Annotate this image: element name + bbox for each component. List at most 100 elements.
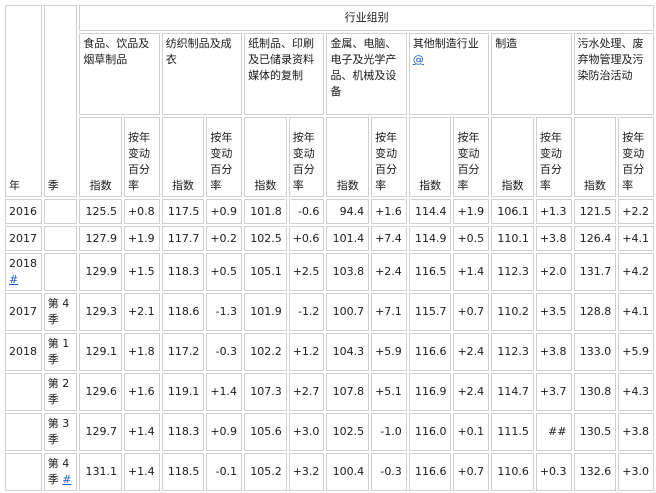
change-cell: -0.3 — [206, 333, 243, 371]
index-header: 指数 — [408, 117, 452, 197]
index-cell: 129.9 — [79, 253, 122, 291]
industry-group-7: 污水处理、废弃物管理及污染防治活动 — [573, 33, 654, 115]
index-cell: 118.3 — [161, 413, 205, 451]
change-cell: +1.9 — [453, 199, 490, 224]
index-cell: 116.9 — [408, 373, 452, 411]
change-cell: -0.1 — [206, 453, 243, 491]
change-cell: ## — [535, 413, 572, 451]
index-cell: 117.7 — [161, 226, 205, 251]
index-cell: 116.6 — [408, 333, 452, 371]
table-row: 2018 #129.9 +1.5 118.3 +0.5 105.1 +2.5 103.8 +2… — [5, 253, 654, 291]
index-cell: 101.9 — [244, 293, 287, 331]
change-cell: -0.6 — [288, 199, 325, 224]
industry-group-2: 纺织制品及成衣 — [161, 33, 243, 115]
table-row: 第 2 季 129.6 +1.6 119.1 +1.4 107.3 +2.7 107.8 +5.… — [5, 373, 654, 411]
industry-group-name: 其他制造行业 — [412, 37, 479, 50]
index-cell: 119.1 — [161, 373, 205, 411]
index-cell: 101.4 — [326, 226, 370, 251]
footnote-link[interactable]: # — [62, 473, 71, 486]
change-cell: +1.4 — [206, 373, 243, 411]
index-cell: 116.6 — [408, 453, 452, 491]
change-cell: +1.8 — [123, 333, 160, 371]
index-cell: 107.3 — [244, 373, 287, 411]
index-cell: 102.5 — [326, 413, 370, 451]
industry-group-name: 制造 — [495, 37, 518, 50]
index-cell: 118.6 — [161, 293, 205, 331]
index-cell: 116.0 — [408, 413, 452, 451]
index-cell: 101.8 — [244, 199, 287, 224]
change-cell: +5.9 — [371, 333, 407, 371]
index-cell: 105.6 — [244, 413, 287, 451]
year-cell: 2017 — [5, 226, 42, 251]
year-cell: 2017 — [5, 293, 42, 331]
industry-group-name: 污水处理、废弃物管理及污染防治活动 — [577, 37, 644, 82]
industry-group-name: 纸制品、印刷及已储录资料媒体的复制 — [248, 37, 315, 82]
change-cell: +0.1 — [453, 413, 490, 451]
change-cell: +2.4 — [453, 333, 490, 371]
change-cell: +1.4 — [453, 253, 490, 291]
change-header: 按年变动百分率 — [206, 117, 243, 197]
quarter-cell — [43, 199, 78, 224]
change-cell: +7.1 — [371, 293, 407, 331]
index-cell: 126.4 — [573, 226, 617, 251]
change-cell: -1.0 — [371, 413, 407, 451]
quarter-cell — [43, 253, 78, 291]
change-cell: +4.1 — [618, 226, 654, 251]
change-cell: +4.2 — [618, 253, 654, 291]
quarter-cell: 第 3 季 — [43, 413, 78, 451]
change-cell: +0.6 — [288, 226, 325, 251]
change-cell: -1.2 — [288, 293, 325, 331]
index-cell: 125.5 — [79, 199, 122, 224]
quarter-cell: 第 4 季 # — [43, 453, 78, 491]
change-cell: +2.4 — [453, 373, 490, 411]
change-cell: +0.5 — [453, 226, 490, 251]
index-header: 指数 — [79, 117, 122, 197]
year-cell: 2016 — [5, 199, 42, 224]
index-cell: 118.3 — [161, 253, 205, 291]
industry-group-name: 纺织制品及成衣 — [165, 37, 232, 66]
index-cell: 100.4 — [326, 453, 370, 491]
industry-group-name: 食品、饮品及烟草制品 — [83, 37, 150, 66]
change-cell: +2.5 — [288, 253, 325, 291]
index-cell: 128.8 — [573, 293, 617, 331]
change-cell: +1.3 — [535, 199, 572, 224]
change-cell: +3.0 — [288, 413, 325, 451]
index-cell: 117.2 — [161, 333, 205, 371]
footnote-link[interactable]: @ — [413, 53, 424, 66]
change-cell: +0.7 — [453, 453, 490, 491]
year-cell: 2018 — [5, 333, 42, 371]
index-cell: 127.9 — [79, 226, 122, 251]
table-row: 2017 第 4 季 129.3 +2.1 118.6 -1.3 101.9 -1.2 100.… — [5, 293, 654, 331]
index-cell: 111.5 — [491, 413, 534, 451]
change-header: 按年变动百分率 — [371, 117, 407, 197]
index-cell: 130.5 — [573, 413, 617, 451]
index-cell: 115.7 — [408, 293, 452, 331]
index-cell: 121.5 — [573, 199, 617, 224]
index-cell: 129.6 — [79, 373, 122, 411]
footnote-link[interactable]: # — [9, 273, 18, 286]
year-header: 年 — [5, 5, 42, 197]
change-cell: +1.4 — [123, 453, 160, 491]
index-cell: 117.5 — [161, 199, 205, 224]
quarter-value: 第 3 季 — [47, 417, 70, 446]
index-cell: 106.1 — [491, 199, 534, 224]
index-cell: 110.6 — [491, 453, 534, 491]
index-cell: 107.8 — [326, 373, 370, 411]
index-cell: 131.7 — [573, 253, 617, 291]
index-header: 指数 — [491, 117, 534, 197]
index-cell: 114.9 — [408, 226, 452, 251]
year-cell: 2018 # — [5, 253, 42, 291]
quarter-value: 第 4 季 — [47, 297, 70, 326]
change-cell: -1.3 — [206, 293, 243, 331]
index-header: 指数 — [244, 117, 287, 197]
change-cell: +4.3 — [618, 373, 654, 411]
index-header: 指数 — [326, 117, 370, 197]
change-cell: +2.7 — [288, 373, 325, 411]
change-cell: +2.0 — [535, 253, 572, 291]
index-cell: 112.3 — [491, 333, 534, 371]
change-cell: +3.2 — [288, 453, 325, 491]
index-cell: 129.3 — [79, 293, 122, 331]
index-cell: 94.4 — [326, 199, 370, 224]
change-cell: +5.1 — [371, 373, 407, 411]
change-cell: +1.6 — [123, 373, 160, 411]
